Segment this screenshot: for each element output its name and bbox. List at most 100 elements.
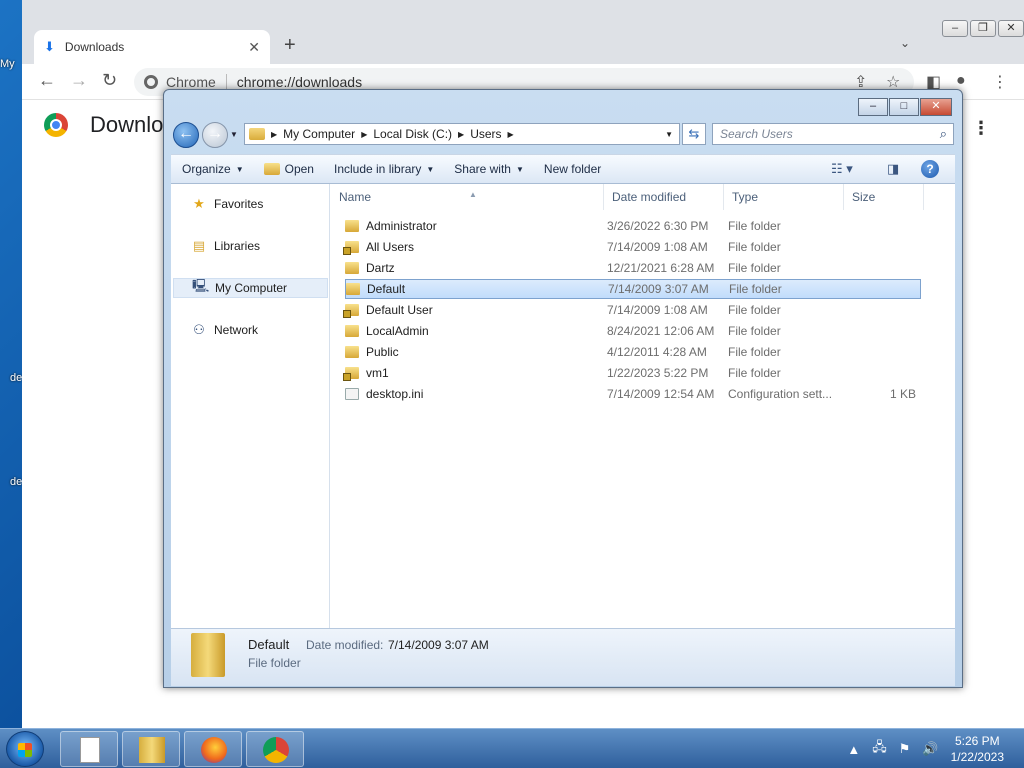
file-type: File folder (728, 345, 781, 359)
include-in-library-button[interactable]: Include in library ▼ (324, 162, 444, 176)
preview-pane-icon[interactable]: ◨ (887, 161, 899, 177)
breadcrumb-chevron-icon[interactable]: ▶ (508, 130, 514, 139)
breadcrumb-my-computer[interactable]: My Computer (283, 127, 355, 141)
share-with-button[interactable]: Share with ▼ (444, 162, 534, 176)
maximize-button[interactable]: ❐ (970, 20, 996, 37)
address-dropdown-icon[interactable]: ▼ (665, 130, 673, 139)
new-folder-button[interactable]: New folder (534, 162, 611, 176)
table-row[interactable]: All Users 7/14/2009 1:08 AM File folder (343, 237, 921, 257)
taskbar-firefox[interactable] (184, 731, 242, 767)
downloads-menu-icon[interactable]: ⋮ (972, 118, 990, 139)
column-label: Name (339, 190, 372, 204)
library-icon: ▤ (192, 238, 206, 253)
settings-file-icon (345, 388, 359, 400)
recent-pages-chevron-icon[interactable]: ▼ (230, 130, 238, 139)
nav-item-favorites[interactable]: ★ Favorites (173, 194, 328, 214)
minimize-button[interactable]: – (942, 20, 968, 37)
file-name: Administrator (366, 219, 437, 233)
profile-icon[interactable]: ● (956, 72, 966, 90)
firefox-icon (201, 737, 227, 763)
table-row[interactable]: Administrator 3/26/2022 6:30 PM File fol… (345, 216, 921, 236)
explorer-minimize-button[interactable]: – (858, 98, 888, 116)
table-row[interactable]: vm1 1/22/2023 5:22 PM File folder (343, 363, 921, 383)
breadcrumb-users[interactable]: Users (470, 127, 501, 141)
volume-icon[interactable]: 🔊 (922, 741, 938, 757)
table-row[interactable]: Default User 7/14/2009 1:08 AM File fold… (343, 300, 921, 320)
desktop-icon-label[interactable]: My (0, 58, 22, 70)
table-row-selected[interactable]: Default 7/14/2009 3:07 AM File folder (345, 279, 921, 299)
chrome-window-controls: – ❐ ✕ (940, 20, 1024, 37)
forward-arrow-icon[interactable]: → (70, 70, 88, 91)
reload-icon[interactable]: ↻ (102, 70, 117, 91)
tray-expand-icon[interactable]: ▲ (847, 742, 860, 757)
explorer-close-button[interactable]: ✕ (920, 98, 952, 116)
file-date: 12/21/2021 6:28 AM (607, 261, 715, 275)
breadcrumb-chevron-icon[interactable]: ▶ (361, 130, 367, 139)
tab-downloads[interactable]: ⬇ Downloads ✕ (34, 30, 270, 64)
tab-search-chevron-icon[interactable]: ⌄ (900, 36, 910, 50)
omnibox-url[interactable]: chrome://downloads (237, 74, 362, 90)
nav-item-network[interactable]: ⚇ Network (173, 320, 328, 340)
file-date: 7/14/2009 1:08 AM (607, 240, 708, 254)
table-row[interactable]: desktop.ini 7/14/2009 12:54 AM Configura… (345, 384, 921, 404)
search-icon[interactable]: ⌕ (940, 126, 947, 142)
column-label: Date modified (612, 190, 687, 204)
locked-folder-icon (343, 304, 359, 318)
clock[interactable]: 5:26 PM 1/22/2023 (951, 733, 1004, 765)
close-button[interactable]: ✕ (998, 20, 1024, 37)
back-arrow-icon[interactable]: ← (38, 70, 56, 91)
taskbar-notepad[interactable] (60, 731, 118, 767)
table-row[interactable]: Public 4/12/2011 4:28 AM File folder (345, 342, 921, 362)
file-date: 7/14/2009 12:54 AM (607, 387, 715, 401)
table-row[interactable]: LocalAdmin 8/24/2021 12:06 AM File folde… (345, 321, 921, 341)
folder-icon (346, 283, 360, 295)
windows-logo-icon (18, 743, 32, 757)
breadcrumb-local-disk[interactable]: Local Disk (C:) (373, 127, 452, 141)
network-tray-icon[interactable]: 🖧 (872, 738, 887, 760)
action-center-icon[interactable]: ⚑ (899, 741, 911, 757)
file-type: File folder (729, 282, 782, 296)
forward-button[interactable]: → (202, 122, 228, 148)
column-date-modified[interactable]: Date modified (604, 184, 724, 210)
help-button[interactable]: ? (921, 160, 939, 178)
nav-item-libraries[interactable]: ▤ Libraries (173, 236, 328, 256)
open-button[interactable]: Open (254, 162, 324, 176)
breadcrumb-chevron-icon[interactable]: ▶ (271, 130, 277, 139)
back-button[interactable]: ← (173, 122, 199, 148)
taskbar-chrome[interactable] (246, 731, 304, 767)
file-type: Configuration sett... (728, 387, 833, 401)
explorer-maximize-button[interactable]: □ (889, 98, 919, 116)
chevron-down-icon: ▼ (426, 164, 435, 174)
search-input[interactable]: Search Users ⌕ (712, 123, 954, 145)
table-row[interactable]: Dartz 12/21/2021 6:28 AM File folder (345, 258, 921, 278)
file-type: File folder (728, 219, 781, 233)
organize-button[interactable]: Organize ▼ (171, 162, 254, 176)
file-date: 8/24/2021 12:06 AM (607, 324, 715, 338)
taskbar-explorer[interactable] (122, 731, 180, 767)
explorer-window-controls: – □ ✕ (857, 98, 952, 116)
start-button[interactable] (6, 731, 44, 767)
locked-folder-icon (343, 241, 359, 255)
file-type: File folder (728, 324, 781, 338)
file-name: desktop.ini (366, 387, 424, 401)
include-label: Include in library (333, 162, 422, 176)
locked-folder-icon (343, 367, 359, 381)
tab-close-icon[interactable]: ✕ (248, 39, 260, 56)
breadcrumb-chevron-icon[interactable]: ▶ (458, 130, 464, 139)
nav-label: Libraries (214, 239, 261, 253)
column-size[interactable]: Size (844, 184, 924, 210)
chrome-menu-icon[interactable]: ⋮ (992, 72, 1008, 92)
nav-item-my-computer[interactable]: 🖳 My Computer (173, 278, 328, 298)
refresh-button[interactable]: ⇆ (682, 123, 706, 145)
new-tab-button[interactable]: + (284, 34, 296, 57)
view-options-icon[interactable]: ☷ ▾ (831, 161, 853, 177)
file-type: File folder (728, 303, 781, 317)
column-name[interactable]: Name ▲ (331, 184, 604, 210)
explorer-content: ★ Favorites ▤ Libraries 🖳 My Computer ⚇ … (171, 184, 955, 628)
address-bar[interactable]: ▶ My Computer ▶ Local Disk (C:) ▶ Users … (244, 123, 680, 145)
details-type: File folder (248, 656, 301, 670)
search-placeholder: Search Users (720, 127, 793, 141)
column-type[interactable]: Type (724, 184, 844, 210)
file-size: 1 KB (889, 387, 916, 401)
details-modified-label: Date modified: (306, 638, 384, 652)
